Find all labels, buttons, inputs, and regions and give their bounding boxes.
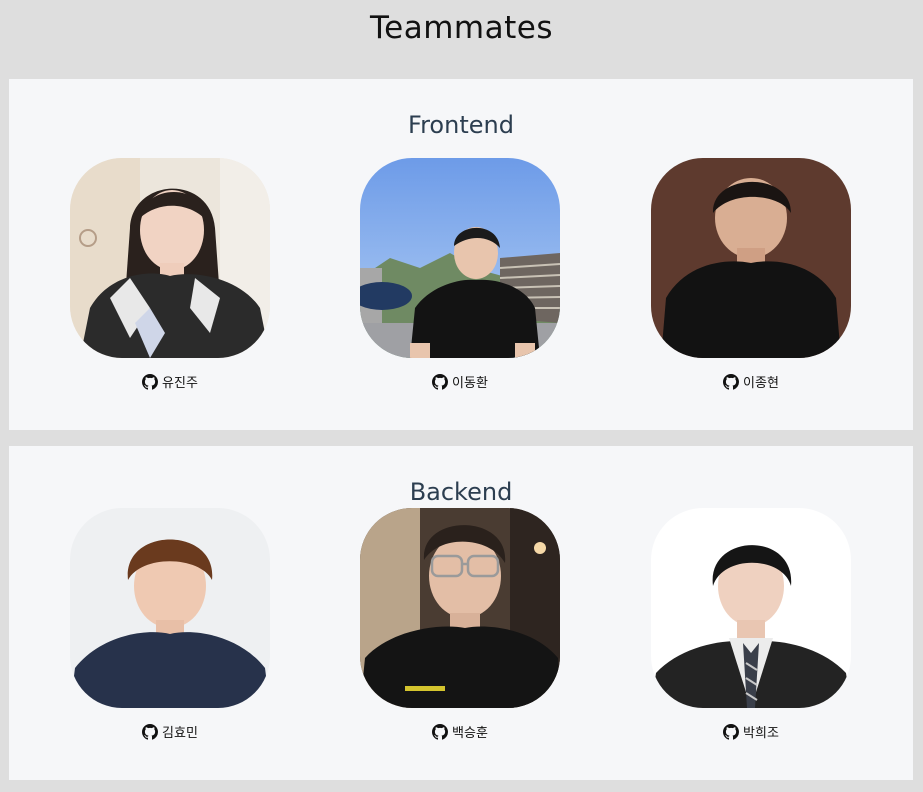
member-name: 박희조 [743, 726, 779, 741]
member-card: 이동환 [360, 158, 560, 398]
member-photo [360, 158, 560, 358]
github-icon [432, 723, 449, 740]
member-github-link[interactable]: 유진주 [70, 372, 270, 391]
section-title: Frontend [408, 111, 514, 139]
member-github-link[interactable]: 김효민 [70, 722, 270, 741]
frontend-section: Frontend 유진주 이동환 이종현 [9, 79, 913, 430]
github-icon [142, 373, 159, 390]
member-name: 이종현 [743, 376, 779, 391]
github-icon [142, 723, 159, 740]
section-title: Backend [409, 478, 513, 506]
page-title: Teammates [369, 10, 553, 46]
member-name: 유진주 [162, 376, 198, 391]
backend-section: Backend 김효민 백승훈 박희조 [9, 446, 913, 780]
member-photo [360, 508, 560, 708]
member-github-link[interactable]: 이종현 [651, 372, 851, 391]
member-card: 백승훈 [360, 508, 560, 748]
member-github-link[interactable]: 이동환 [360, 372, 560, 391]
github-icon [723, 723, 740, 740]
github-icon [723, 373, 740, 390]
member-card: 김효민 [70, 508, 270, 748]
member-name: 이동환 [452, 376, 488, 391]
member-card: 유진주 [70, 158, 270, 398]
member-card: 박희조 [651, 508, 851, 748]
member-photo [70, 158, 270, 358]
member-photo [651, 158, 851, 358]
member-card: 이종현 [651, 158, 851, 398]
member-github-link[interactable]: 박희조 [651, 722, 851, 741]
member-photo [70, 508, 270, 708]
member-photo [651, 508, 851, 708]
member-name: 백승훈 [452, 726, 488, 741]
member-github-link[interactable]: 백승훈 [360, 722, 560, 741]
github-icon [432, 373, 449, 390]
member-name: 김효민 [162, 726, 198, 741]
